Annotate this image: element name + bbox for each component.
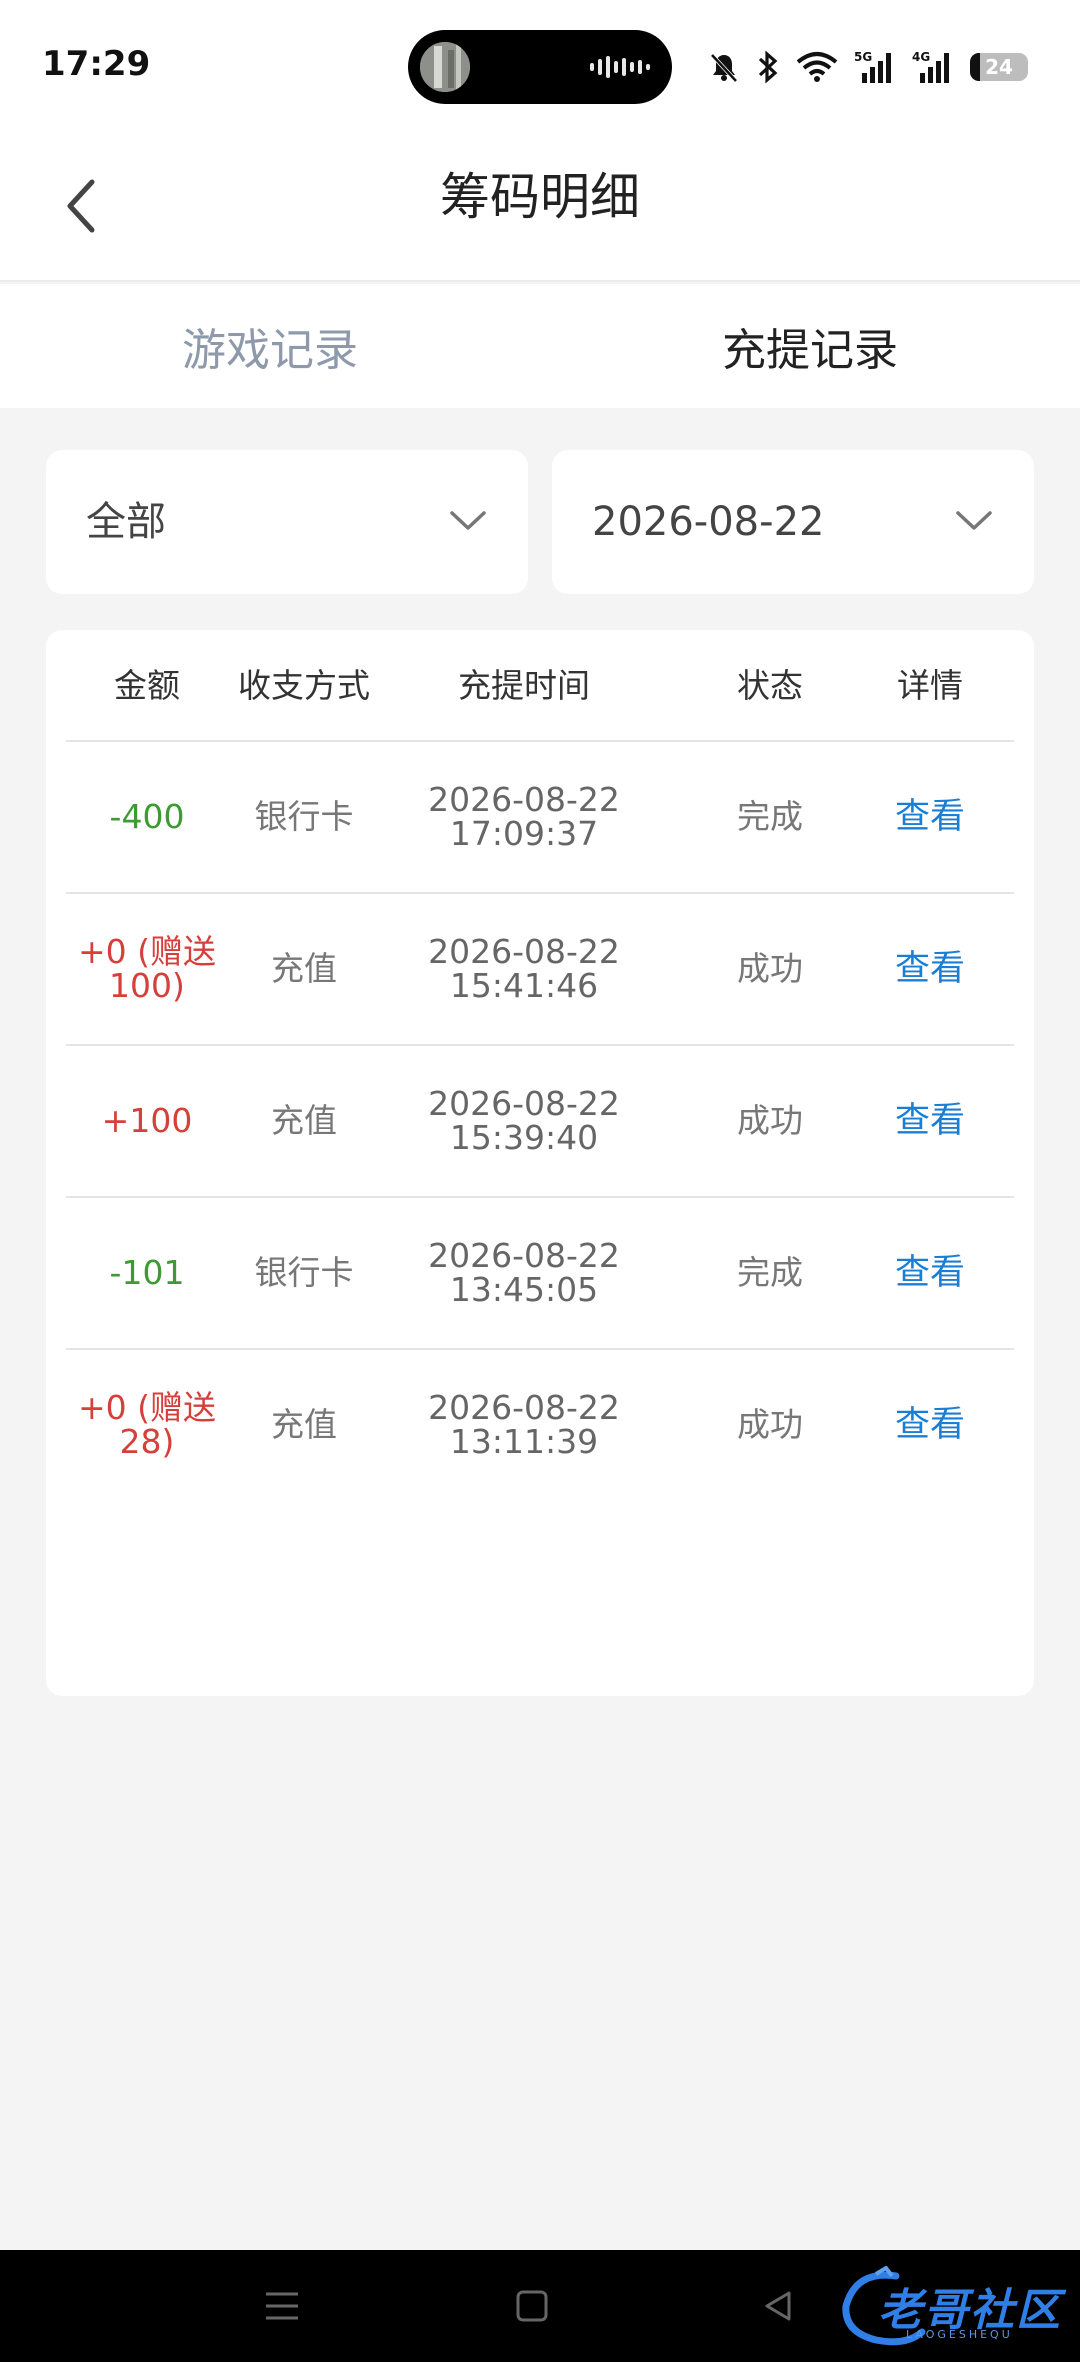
view-detail-link[interactable]: 查看 xyxy=(846,1046,1014,1196)
chevron-down-icon xyxy=(450,511,486,530)
audio-wave-icon xyxy=(590,56,650,78)
amount-cell: -400 xyxy=(109,797,185,836)
method-cell: 银行卡 xyxy=(254,1253,354,1292)
column-header-status: 状态 xyxy=(737,666,803,705)
type-filter-dropdown[interactable]: 全部 xyxy=(46,450,528,594)
table-row: +100 充值 2026-08-22 15:39:40 成功 查看 xyxy=(66,1046,1014,1198)
tab-game-records[interactable]: 游戏记录 xyxy=(0,284,540,408)
tab-recharge-records[interactable]: 充提记录 xyxy=(540,284,1080,408)
status-cell: 成功 xyxy=(737,1101,803,1140)
table-header: 金额 收支方式 充提时间 状态 详情 xyxy=(66,630,1014,742)
status-cell: 完成 xyxy=(737,797,803,836)
time-cell: 2026-08-22 13:11:39 xyxy=(428,1388,620,1461)
status-icons: 5G 4G 24 xyxy=(708,44,1028,90)
triangle-back-icon xyxy=(765,2291,791,2321)
table-row: -101 银行卡 2026-08-22 13:45:05 完成 查看 xyxy=(66,1198,1014,1350)
view-detail-link[interactable]: 查看 xyxy=(846,1198,1014,1348)
status-time: 17:29 xyxy=(42,44,151,84)
amount-cell: +0 (赠送 100) xyxy=(77,932,216,1005)
column-header-detail: 详情 xyxy=(897,666,963,705)
tab-bar: 游戏记录 充提记录 xyxy=(0,284,1080,408)
table-row: +0 (赠送 28) 充值 2026-08-22 13:11:39 成功 查看 xyxy=(66,1350,1014,1502)
status-cell: 成功 xyxy=(737,949,803,988)
view-detail-link[interactable]: 查看 xyxy=(846,1350,1014,1500)
method-cell: 银行卡 xyxy=(254,797,354,836)
column-header-time: 充提时间 xyxy=(458,666,590,705)
battery-icon: 24 xyxy=(970,53,1028,81)
status-bar: 17:29 5G 4G 24 xyxy=(0,0,1080,132)
date-filter-dropdown[interactable]: 2026-08-22 xyxy=(552,450,1034,594)
time-cell: 2026-08-22 17:09:37 xyxy=(428,780,620,853)
time-cell: 2026-08-22 15:39:40 xyxy=(428,1084,620,1157)
page-title: 筹码明细 xyxy=(440,168,640,226)
media-thumbnail xyxy=(420,42,470,92)
time-cell: 2026-08-22 15:41:46 xyxy=(428,932,620,1005)
square-icon xyxy=(516,2290,548,2322)
time-cell: 2026-08-22 13:45:05 xyxy=(428,1236,620,1309)
view-detail-link[interactable]: 查看 xyxy=(846,894,1014,1044)
watermark-logo: 老哥社区 LAOGESHEQU xyxy=(836,2266,1066,2348)
status-cell: 成功 xyxy=(737,1405,803,1444)
system-nav-bar: 老哥社区 LAOGESHEQU xyxy=(0,2250,1080,2362)
signal-5g-icon: 5G xyxy=(854,50,891,83)
nav-bar: 筹码明细 xyxy=(0,132,1080,282)
bluetooth-icon xyxy=(758,50,778,84)
records-table: 金额 收支方式 充提时间 状态 详情 -400 银行卡 2026-08-22 17… xyxy=(46,630,1034,1696)
table-row: -400 银行卡 2026-08-22 17:09:37 完成 查看 xyxy=(66,742,1014,894)
svg-text:5G: 5G xyxy=(854,50,872,64)
battery-level: 24 xyxy=(985,55,1013,79)
chevron-down-icon xyxy=(956,511,992,530)
svg-text:4G: 4G xyxy=(912,50,930,64)
date-filter-value: 2026-08-22 xyxy=(592,499,825,545)
signal-4g-icon: 4G xyxy=(912,50,949,83)
amount-cell: +100 xyxy=(101,1101,193,1140)
type-filter-value: 全部 xyxy=(86,499,166,545)
column-header-amount: 金额 xyxy=(114,666,180,705)
amount-cell: +0 (赠送 28) xyxy=(77,1388,216,1461)
method-cell: 充值 xyxy=(271,1101,337,1140)
amount-cell: -101 xyxy=(109,1253,185,1292)
method-cell: 充值 xyxy=(271,949,337,988)
table-row: +0 (赠送 100) 充值 2026-08-22 15:41:46 成功 查看 xyxy=(66,894,1014,1046)
view-detail-link[interactable]: 查看 xyxy=(846,742,1014,892)
back-nav-button[interactable] xyxy=(748,2280,808,2332)
mute-bell-icon xyxy=(710,53,738,83)
wifi-icon xyxy=(796,52,838,82)
status-cell: 完成 xyxy=(737,1253,803,1292)
column-header-method: 收支方式 xyxy=(238,666,370,705)
home-button[interactable] xyxy=(502,2280,562,2332)
menu-lines-icon xyxy=(266,2292,298,2320)
method-cell: 充值 xyxy=(271,1405,337,1444)
recent-apps-button[interactable] xyxy=(252,2280,312,2332)
dynamic-island[interactable] xyxy=(408,30,672,104)
watermark-subtext: LAOGESHEQU xyxy=(906,2328,1013,2341)
